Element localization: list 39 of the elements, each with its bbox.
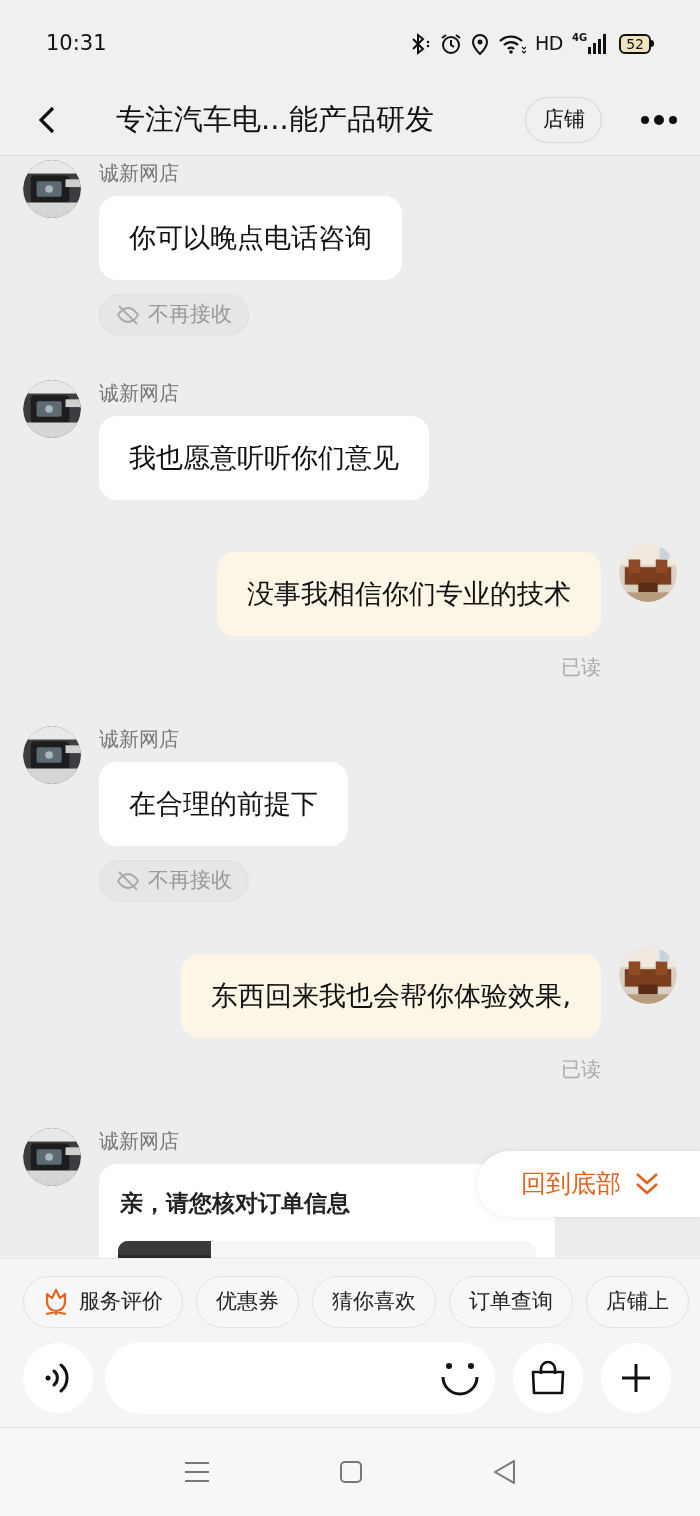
- read-status: 已读: [561, 654, 601, 681]
- sender-name: 诚新网店: [99, 1128, 179, 1154]
- chat-title: 专注汽车电...能产品研发: [116, 101, 434, 139]
- bluetooth-icon: [409, 31, 432, 56]
- wifi-icon: [498, 32, 527, 55]
- double-chevron-down-icon: [635, 1171, 659, 1197]
- message-bubble: 东西回来我也会帮你体验效果,: [181, 954, 601, 1038]
- quick-reply-chip[interactable]: 店铺上: [586, 1276, 689, 1328]
- message-bubble: 你可以晚点电话咨询: [99, 196, 402, 280]
- sender-name: 诚新网店: [99, 380, 179, 406]
- back-nav-icon[interactable]: [491, 1459, 516, 1485]
- sender-name: 诚新网店: [99, 160, 179, 186]
- menu-icon[interactable]: [184, 1461, 211, 1483]
- home-icon[interactable]: [339, 1460, 363, 1484]
- more-icon[interactable]: [640, 114, 678, 126]
- eye-off-icon: [116, 870, 140, 892]
- bag-icon: [530, 1360, 566, 1396]
- quick-reply-chip[interactable]: 猜你喜欢: [312, 1276, 436, 1328]
- shop-button[interactable]: 店铺: [525, 97, 602, 143]
- quick-reply-chip[interactable]: 优惠券: [196, 1276, 299, 1328]
- message-bubble: 我也愿意听听你们意见: [99, 416, 429, 500]
- quick-reply-chip[interactable]: 服务评价: [23, 1276, 183, 1328]
- network-type: 4G: [572, 32, 588, 43]
- signal-icon: [588, 32, 607, 55]
- quick-reply-chip[interactable]: 订单查询: [449, 1276, 573, 1328]
- network-label: HD: [535, 31, 563, 57]
- battery-indicator: 52: [619, 33, 654, 54]
- eye-off-icon: [116, 304, 140, 326]
- card-title: 亲，请您核对订单信息: [119, 1189, 351, 1218]
- back-icon[interactable]: [37, 105, 57, 135]
- plus-icon: [621, 1363, 651, 1393]
- sender-name: 诚新网店: [99, 726, 179, 752]
- alarm-icon: [440, 32, 463, 55]
- message-bubble: 在合理的前提下: [99, 762, 348, 846]
- read-status: 已读: [561, 1056, 601, 1083]
- message-bubble: 没事我相信你们专业的技术: [217, 552, 601, 636]
- flower-icon: [43, 1288, 69, 1316]
- status-time: 10:31: [46, 29, 107, 57]
- location-icon: [471, 32, 490, 55]
